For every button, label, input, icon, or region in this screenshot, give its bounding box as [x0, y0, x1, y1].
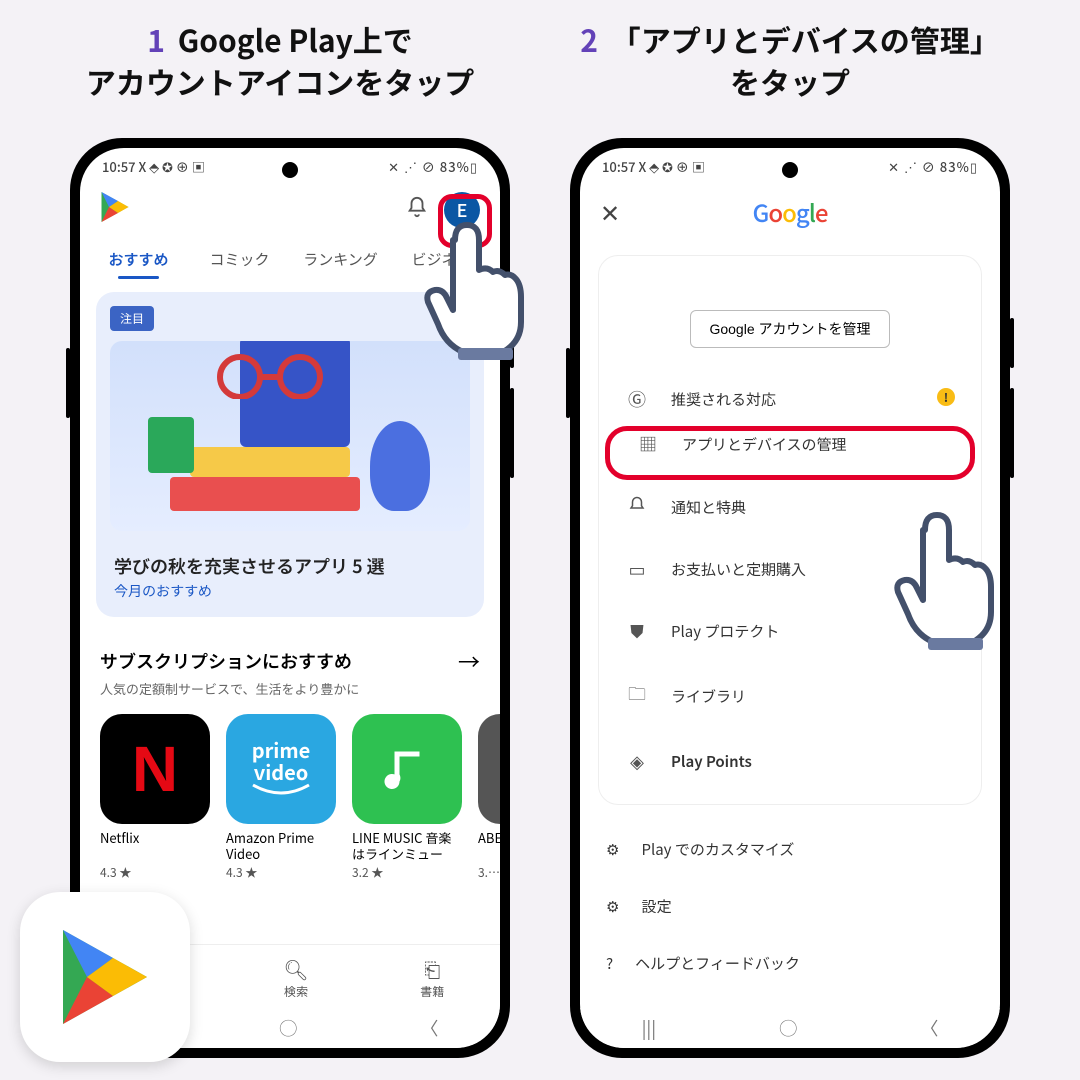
- menu-library[interactable]: 🗀 ライブラリ: [599, 662, 981, 730]
- camera-hole: [282, 162, 298, 178]
- status-time: 10:57: [102, 157, 136, 176]
- search-icon: 🔍︎: [283, 954, 308, 983]
- featured-illustration: [110, 341, 470, 531]
- step1-caption: 1 Google Play上で アカウントアイコンをタップ: [30, 18, 530, 102]
- play-store-app-icon: [20, 892, 190, 1062]
- app-rating: 3.2 ★: [352, 864, 462, 881]
- app-icon: N: [100, 714, 210, 824]
- menu-label: 推奨される対応: [671, 389, 776, 410]
- step2-line2: をタップ: [730, 59, 850, 103]
- app-icon: A: [478, 714, 500, 824]
- card-icon: ▭: [625, 556, 649, 582]
- camera-hole: [782, 162, 798, 178]
- android-back-icon[interactable]: 〈: [920, 1015, 938, 1041]
- tap-hand-pointer: [880, 510, 1000, 655]
- app-item-linemusic[interactable]: LINE MUSIC 音楽はラインミュージ… 3.2 ★: [352, 714, 462, 881]
- tab-ranking[interactable]: ランキング: [290, 241, 391, 278]
- section-arrow-icon[interactable]: →: [458, 645, 480, 677]
- tab-comic[interactable]: コミック: [189, 241, 290, 278]
- app-icon: [352, 714, 462, 824]
- google-logo: Google: [753, 194, 828, 229]
- status-right: ✕ ⋰ ⊘ 83%▯: [888, 157, 978, 176]
- step2-line1: 「アプリとデバイスの管理」: [611, 17, 1000, 61]
- close-icon[interactable]: ✕: [600, 194, 620, 229]
- status-right: ✕ ⋰ ⊘ 83%▯: [388, 157, 478, 176]
- grid-icon: ▦: [636, 431, 660, 457]
- app-rating: 4.3 ★: [100, 864, 210, 881]
- app-item-abema[interactable]: A ABEMA テ… 3.…: [478, 714, 500, 881]
- android-back-icon[interactable]: 〈: [420, 1015, 438, 1041]
- alert-badge-icon: !: [937, 388, 955, 406]
- section-title: サブスクリプションにおすすめ: [100, 648, 352, 674]
- menu-label: 設定: [641, 896, 671, 917]
- app-item-netflix[interactable]: N Netflix 4.3 ★: [100, 714, 210, 881]
- notifications-bell-icon[interactable]: [406, 196, 428, 223]
- app-item-prime[interactable]: prime video Amazon Prime Video 4.3 ★: [226, 714, 336, 881]
- menu-settings[interactable]: ⚙ 設定: [580, 878, 1000, 935]
- step1-number: 1: [147, 17, 165, 61]
- app-rating: 4.3 ★: [226, 864, 336, 881]
- tune-icon: ⚙: [606, 839, 619, 860]
- app-name: ABEMA テ…: [478, 830, 500, 862]
- app-rating: 3.…: [478, 864, 500, 881]
- android-home-icon[interactable]: ◯: [779, 1015, 797, 1041]
- step2-caption: 2 「アプリとデバイスの管理」 をタップ: [540, 18, 1040, 102]
- android-home-icon[interactable]: ◯: [279, 1015, 297, 1041]
- play-store-logo-icon: [100, 190, 130, 229]
- step1-line1: Google Play上で: [178, 17, 413, 61]
- shield-g-icon: Ⓖ: [625, 386, 649, 412]
- tab-recommended[interactable]: おすすめ: [88, 241, 189, 278]
- app-name: LINE MUSIC 音楽はラインミュージ…: [352, 830, 462, 862]
- menu-label: ライブラリ: [671, 686, 746, 707]
- menu-play-customize[interactable]: ⚙ Play でのカスタマイズ: [580, 821, 1000, 878]
- menu-label: アプリとデバイスの管理: [682, 434, 847, 455]
- app-recommendations-row: N Netflix 4.3 ★ prime video Amazon Prime…: [80, 708, 500, 887]
- menu-play-points[interactable]: ◈ Play Points: [599, 730, 981, 792]
- nav-books[interactable]: ⎗ 書籍: [420, 954, 444, 1000]
- menu-label: Play Points: [671, 751, 752, 772]
- bookmark-icon: ⎗: [420, 954, 444, 983]
- menu-label: 通知と特典: [671, 497, 746, 518]
- step1-line2: アカウントアイコンをタップ: [86, 59, 475, 103]
- menu-label: ヘルプとフィードバック: [635, 953, 800, 974]
- android-recents-icon[interactable]: |||: [642, 1015, 657, 1041]
- android-nav-bar: ||| ◯ 〈: [580, 1008, 1000, 1048]
- app-name: Netflix: [100, 830, 210, 862]
- help-icon: ?: [606, 953, 613, 974]
- featured-badge: 注目: [110, 306, 154, 331]
- status-left-icons: X ⬘ ✪ ⊕ ▣: [638, 157, 704, 176]
- featured-title: 学びの秋を充実させるアプリ 5 選: [96, 541, 484, 581]
- gear-icon: ⚙: [606, 896, 619, 917]
- manage-google-account-button[interactable]: Google アカウントを管理: [690, 310, 889, 348]
- app-icon: prime video: [226, 714, 336, 824]
- menu-help-feedback[interactable]: ? ヘルプとフィードバック: [580, 935, 1000, 992]
- bell-icon: [625, 494, 649, 520]
- menu-manage-apps-devices[interactable]: ▦ アプリとデバイスの管理: [605, 426, 975, 480]
- app-name: Amazon Prime Video: [226, 830, 336, 862]
- status-left-icons: X ⬘ ✪ ⊕ ▣: [138, 157, 204, 176]
- nav-search[interactable]: 🔍︎ 検索: [283, 954, 308, 1000]
- diamond-icon: ◈: [625, 748, 649, 774]
- menu-label: Play でのカスタマイズ: [641, 839, 794, 860]
- tap-hand-pointer: [410, 220, 530, 365]
- menu-recommended-actions[interactable]: Ⓖ 推奨される対応 !: [599, 368, 981, 430]
- menu-label: お支払いと定期購入: [671, 559, 806, 580]
- featured-subtitle: 今月のおすすめ: [96, 581, 484, 617]
- status-time: 10:57: [602, 157, 636, 176]
- menu-label: Play プロテクト: [671, 621, 779, 642]
- section-subtitle: 人気の定額制サービスで、生活をより豊かに: [80, 679, 500, 708]
- folder-icon: 🗀: [625, 680, 649, 712]
- step2-number: 2: [580, 17, 598, 61]
- shield-play-icon: ⛊: [625, 618, 649, 644]
